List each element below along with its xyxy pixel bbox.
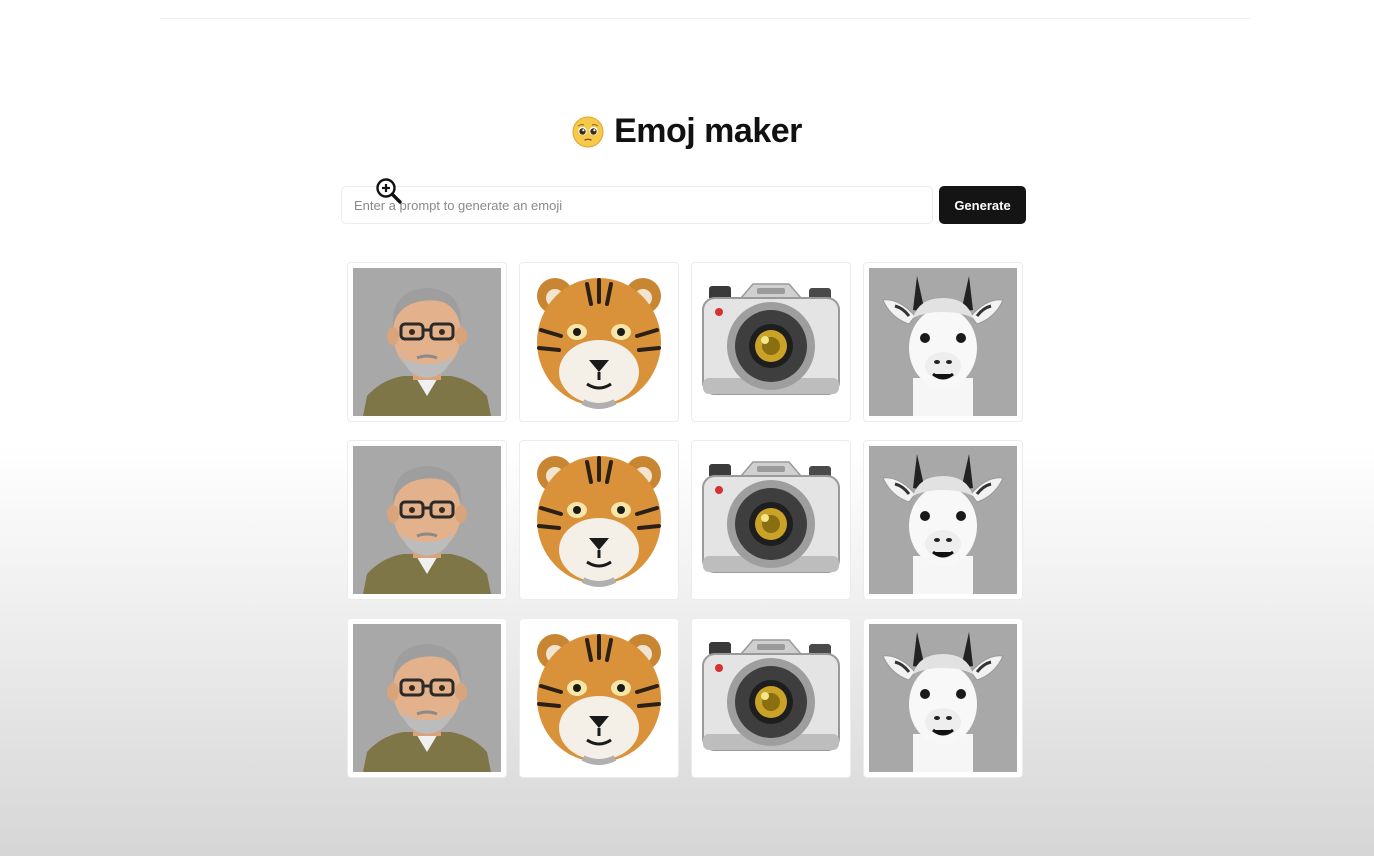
prompt-input[interactable] — [341, 186, 933, 224]
pleading-face-icon — [572, 116, 604, 147]
emoji-tile-tiger-face[interactable] — [519, 440, 679, 600]
page-header: Emoj maker — [0, 112, 1374, 151]
llama-icon — [869, 624, 1017, 772]
emoji-tile-man-with-glasses[interactable] — [347, 618, 507, 778]
page-title: Emoj maker — [614, 112, 802, 150]
emoji-tile-tiger-face[interactable] — [519, 262, 679, 422]
emoji-tile-man-with-glasses[interactable] — [347, 440, 507, 600]
emoji-tile-man-with-glasses[interactable] — [347, 262, 507, 422]
camera-icon — [697, 446, 845, 594]
emoji-grid — [347, 262, 1023, 778]
man-with-glasses-icon — [353, 624, 501, 772]
emoji-tile-tiger-face[interactable] — [519, 618, 679, 778]
tiger-face-icon — [525, 624, 673, 772]
man-with-glasses-icon — [353, 268, 501, 416]
top-divider — [160, 18, 1250, 19]
prompt-form: Generate — [341, 186, 1026, 224]
tiger-face-icon — [525, 446, 673, 594]
emoji-tile-llama[interactable] — [863, 262, 1023, 422]
zoom-in-cursor-icon — [376, 178, 402, 204]
emoji-tile-llama[interactable] — [863, 618, 1023, 778]
generate-button[interactable]: Generate — [939, 186, 1026, 224]
emoji-tile-camera[interactable] — [691, 440, 851, 600]
emoji-tile-camera[interactable] — [691, 262, 851, 422]
camera-icon — [697, 268, 845, 416]
man-with-glasses-icon — [353, 446, 501, 594]
llama-icon — [869, 446, 1017, 594]
llama-icon — [869, 268, 1017, 416]
emoji-tile-llama[interactable] — [863, 440, 1023, 600]
emoji-tile-camera[interactable] — [691, 618, 851, 778]
camera-icon — [697, 624, 845, 772]
tiger-face-icon — [525, 268, 673, 416]
